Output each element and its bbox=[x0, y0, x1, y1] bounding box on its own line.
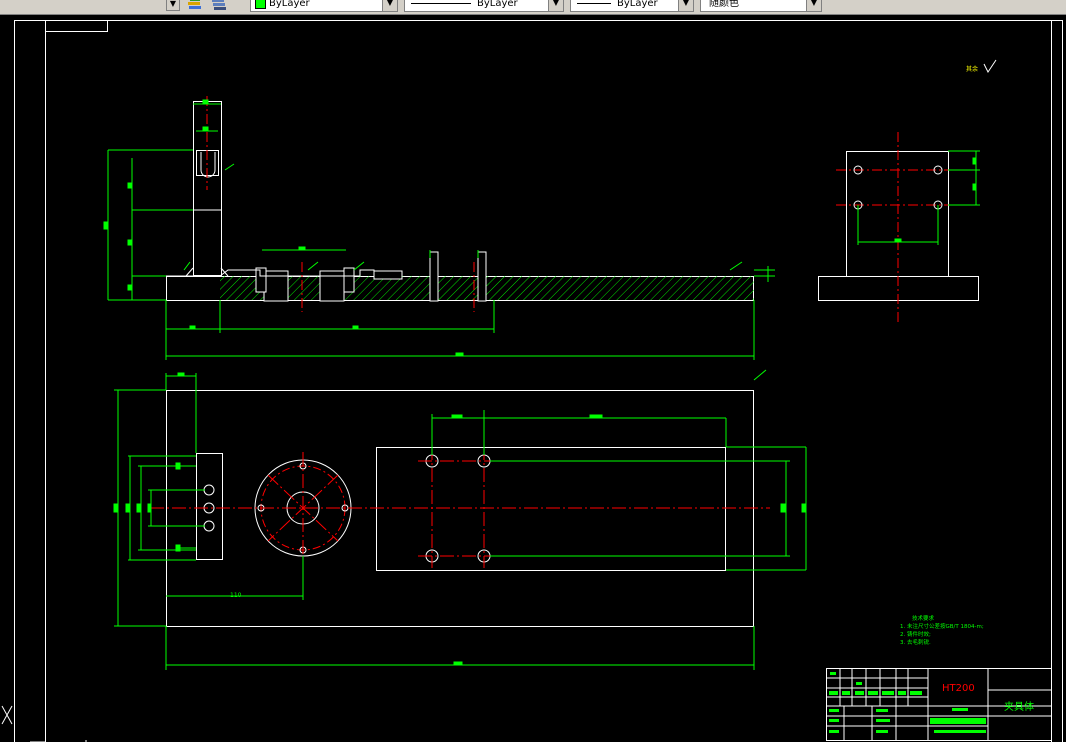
tech-req-item-2: 2. 铸件时效; bbox=[900, 630, 931, 638]
plan-dim-110: 110 bbox=[230, 592, 242, 599]
plotstyle-control-value: 随颜色 bbox=[709, 0, 739, 9]
tech-req-title: 技术要求 bbox=[912, 614, 935, 622]
plotstyle-control-dropdown[interactable]: 随颜色 ▼ bbox=[700, 0, 822, 12]
chevron-down-icon[interactable]: ▼ bbox=[678, 0, 693, 11]
make-layer-current-icon[interactable] bbox=[186, 0, 204, 11]
front-total-dim-mark bbox=[455, 352, 464, 357]
roughness-note-text: 其余 bbox=[966, 65, 978, 73]
lineweight-control-value: ByLayer bbox=[617, 0, 658, 9]
title-block-material: HT200 bbox=[942, 683, 975, 694]
color-control-value: ByLayer bbox=[269, 0, 310, 9]
color-control-dropdown[interactable]: ByLayer ▼ bbox=[250, 0, 398, 12]
linetype-control-dropdown[interactable]: ByLayer ▼ bbox=[404, 0, 564, 12]
lineweight-sample-icon bbox=[577, 2, 611, 4]
drawing-canvas[interactable]: 其余 110 技术要求 1. 未注尺寸公差按GB/T 1804-m; 2. 铸件… bbox=[0, 15, 1066, 742]
linetype-control-value: ByLayer bbox=[477, 0, 518, 9]
tech-req-item-1: 1. 未注尺寸公差按GB/T 1804-m; bbox=[900, 622, 984, 630]
title-block-part-name: 夹具体 bbox=[1004, 700, 1034, 713]
lineweight-control-dropdown[interactable]: ByLayer ▼ bbox=[570, 0, 694, 12]
properties-toolbar: ▼ ByLayer ▼ ByLayer ▼ ByLayer ▼ 随颜色 ▼ bbox=[0, 0, 1066, 15]
layer-state-dropdown-arrow-icon[interactable]: ▼ bbox=[166, 0, 180, 11]
layer-previous-icon[interactable] bbox=[210, 0, 228, 11]
color-swatch-icon bbox=[255, 0, 266, 9]
chevron-down-icon[interactable]: ▼ bbox=[382, 0, 397, 11]
chevron-down-icon[interactable]: ▼ bbox=[548, 0, 563, 11]
tech-req-item-3: 3. 去毛刺锐. bbox=[900, 638, 931, 646]
chevron-down-icon[interactable]: ▼ bbox=[806, 0, 821, 11]
linetype-sample-icon bbox=[411, 2, 471, 4]
